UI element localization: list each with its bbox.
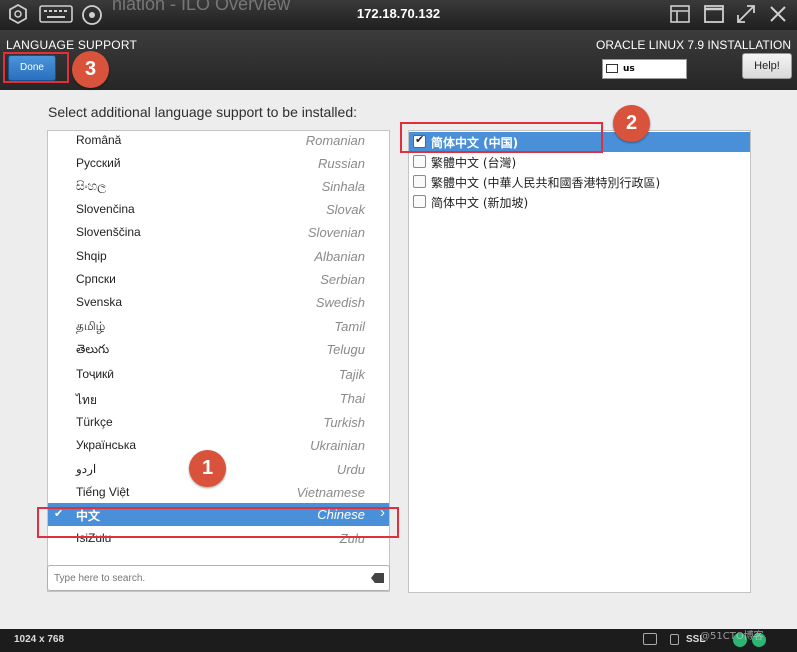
- language-native: Svenska: [76, 295, 123, 309]
- language-native: Тоҷикӣ: [76, 367, 114, 381]
- language-english: Serbian: [320, 272, 365, 287]
- language-native: Slovenščina: [76, 225, 141, 239]
- language-native: తెలుగు: [76, 342, 110, 356]
- locale-checkbox[interactable]: [413, 155, 426, 168]
- clear-search-icon[interactable]: [371, 573, 384, 583]
- language-row-si[interactable]: සිංහල Sinhala: [48, 175, 389, 198]
- language-native: Shqip: [76, 249, 107, 263]
- locale-label: 繁體中文 (台灣): [431, 156, 517, 170]
- camera-icon[interactable]: [643, 633, 657, 645]
- language-english: Sinhala: [321, 179, 365, 194]
- language-english: Tajik: [338, 367, 365, 382]
- language-native: தமிழ்: [76, 319, 106, 333]
- language-native: ไทย: [76, 393, 97, 407]
- help-button[interactable]: Help!: [742, 53, 792, 79]
- language-search-input[interactable]: [54, 569, 354, 587]
- keyboard-layout-label: us: [623, 64, 635, 74]
- language-english: Swedish: [315, 295, 365, 310]
- language-native: Slovenčina: [76, 202, 135, 216]
- keyboard-layout-indicator[interactable]: us: [602, 59, 687, 79]
- locale-row-zh-tw[interactable]: 繁體中文 (台灣): [409, 152, 750, 172]
- screen-resolution: 1024 x 768: [14, 634, 65, 645]
- locale-checkbox[interactable]: [413, 195, 426, 208]
- language-native: Română: [76, 133, 122, 147]
- locale-label: 繁體中文 (中華人民共和國香港特別行政區): [431, 176, 661, 190]
- close-icon[interactable]: [766, 3, 790, 27]
- language-row-vi[interactable]: Tiếng Việt Vietnamese: [48, 481, 389, 504]
- language-native: Српски: [76, 272, 116, 286]
- language-english: Romanian: [305, 133, 365, 148]
- fullscreen-icon[interactable]: [734, 3, 758, 27]
- annotation-badge-3: 3: [72, 51, 109, 88]
- annotation-box-done: [3, 52, 69, 83]
- language-english: Slovak: [325, 202, 365, 217]
- language-row-ta[interactable]: தமிழ் Tamil: [48, 315, 389, 338]
- spoke-title: LANGUAGE SUPPORT: [6, 38, 138, 52]
- locale-checkbox[interactable]: [413, 175, 426, 188]
- language-row-sk[interactable]: Slovenčina Slovak: [48, 198, 389, 221]
- language-english: Tamil: [334, 319, 365, 334]
- language-native: Русский: [76, 156, 121, 170]
- language-english: Ukrainian: [310, 438, 365, 453]
- language-english: Telugu: [326, 342, 365, 357]
- language-row-sl[interactable]: Slovenščina Slovenian: [48, 221, 389, 244]
- language-native: Türkçe: [76, 415, 113, 429]
- console-status-bar: 1024 x 768 SSL: [0, 629, 797, 652]
- language-row-ru[interactable]: Русский Russian: [48, 152, 389, 175]
- language-native: اردو: [76, 462, 97, 476]
- annotation-box-locale: [400, 122, 603, 153]
- language-english: Thai: [339, 391, 365, 406]
- language-row-sq[interactable]: Shqip Albanian: [48, 245, 389, 268]
- language-row-th[interactable]: ไทย Thai: [48, 387, 389, 410]
- page-prompt: Select additional language support to be…: [48, 104, 357, 120]
- spoke-header: LANGUAGE SUPPORT ORACLE LINUX 7.9 INSTAL…: [0, 30, 797, 90]
- language-row-sr[interactable]: Српски Serbian: [48, 268, 389, 291]
- language-native: Tiếng Việt: [76, 485, 130, 499]
- watermark: @51CTO博客: [700, 631, 764, 642]
- locale-list[interactable]: 简体中文 (中国) 繁體中文 (台灣) 繁體中文 (中華人民共和國香港特別行政區…: [408, 130, 751, 593]
- locale-row-zh-hk[interactable]: 繁體中文 (中華人民共和國香港特別行政區): [409, 172, 750, 192]
- language-english: Vietnamese: [296, 485, 365, 500]
- language-row-te[interactable]: తెలుగు Telugu: [48, 338, 389, 361]
- language-native: සිංහල: [76, 179, 107, 193]
- language-english: Turkish: [323, 415, 365, 430]
- keyboard-small-icon: [606, 64, 618, 73]
- language-english: Slovenian: [307, 225, 365, 240]
- language-english: Albanian: [314, 249, 365, 264]
- language-row-sv[interactable]: Svenska Swedish: [48, 291, 389, 314]
- lock-icon: [670, 634, 679, 645]
- language-english: Urdu: [336, 462, 365, 477]
- main-content: Select additional language support to be…: [0, 90, 797, 629]
- annotation-badge-2: 2: [613, 105, 650, 142]
- annotation-box-chinese: [37, 507, 399, 538]
- language-row-ro[interactable]: Română Romanian: [48, 131, 389, 152]
- layout-icon[interactable]: [668, 3, 692, 27]
- language-native: Українська: [76, 438, 137, 452]
- annotation-badge-1: 1: [189, 450, 226, 487]
- locale-label: 简体中文 (新加坡): [431, 196, 529, 210]
- language-english: Russian: [318, 156, 365, 171]
- language-row-tg[interactable]: Тоҷикӣ Tajik: [48, 363, 389, 386]
- product-title: ORACLE LINUX 7.9 INSTALLATION: [596, 38, 791, 52]
- maximize-icon[interactable]: [702, 3, 726, 27]
- console-title-bar: nlation - ILO Overview 172.18.70.132: [0, 0, 797, 30]
- language-row-tr[interactable]: Türkçe Turkish: [48, 411, 389, 434]
- locale-row-zh-sg[interactable]: 简体中文 (新加坡): [409, 192, 750, 212]
- language-search-box[interactable]: [47, 565, 390, 591]
